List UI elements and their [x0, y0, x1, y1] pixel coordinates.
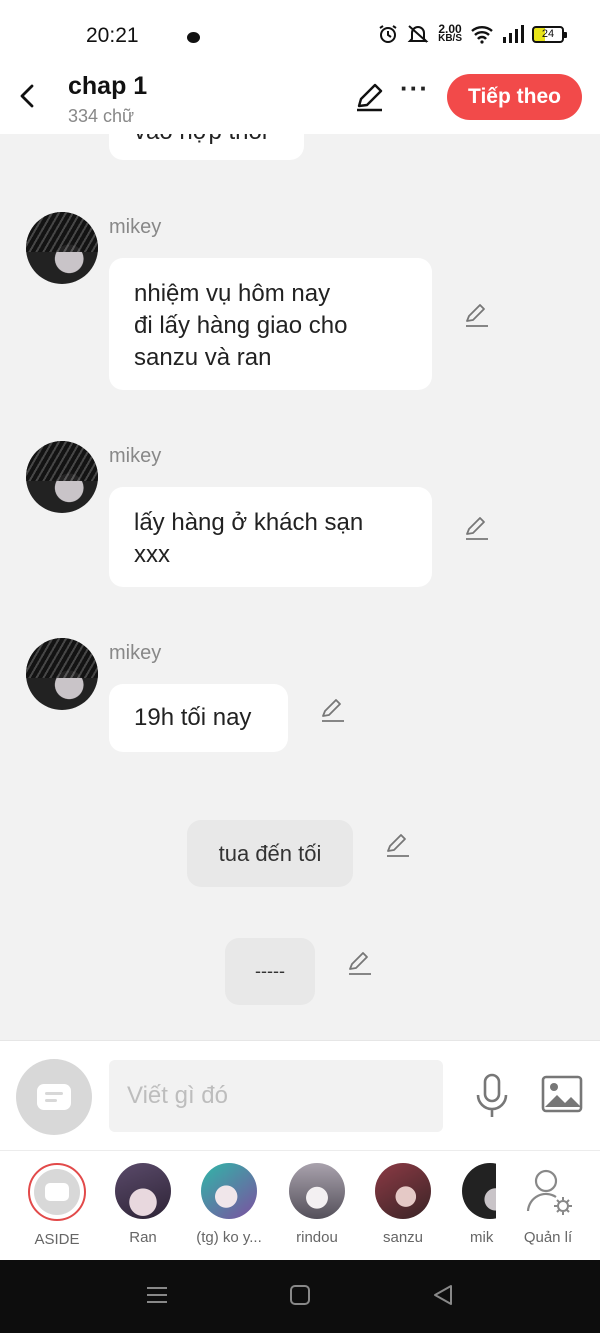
back-arrow-icon[interactable]	[14, 80, 42, 112]
status-bar: 20:21 2.00 KB/S 24	[0, 0, 600, 66]
speaker-name: mikey	[109, 445, 162, 467]
notification-dot-icon	[187, 32, 200, 43]
edit-message-icon[interactable]	[319, 696, 347, 724]
message-bubble[interactable]: nhiệm vụ hôm nay đi lấy hàng giao cho sa…	[109, 258, 432, 390]
image-icon[interactable]	[541, 1075, 583, 1113]
avatar[interactable]	[26, 212, 98, 284]
edit-message-icon[interactable]	[346, 949, 374, 977]
signal-icon	[503, 25, 524, 43]
microphone-icon[interactable]	[474, 1073, 510, 1119]
back-icon[interactable]	[432, 1284, 454, 1306]
aside-avatar	[28, 1163, 86, 1221]
character-label: Quản lí	[523, 1229, 573, 1246]
message-text: vào hợp thôi	[134, 134, 267, 145]
character-mikey[interactable]: mik	[446, 1163, 496, 1246]
message-bubble[interactable]: 19h tối nay	[109, 684, 288, 752]
chat-bubble-icon	[45, 1183, 69, 1201]
chat-bubble-icon	[37, 1084, 71, 1110]
character-label: mik	[470, 1229, 494, 1246]
wifi-icon	[471, 26, 493, 44]
message-bubble[interactable]: vào hợp thôi	[109, 134, 304, 160]
message-bubble[interactable]: lấy hàng ở khách sạn xxx	[109, 487, 432, 587]
avatar[interactable]	[26, 441, 98, 513]
edit-message-icon[interactable]	[463, 514, 491, 542]
character-label: ASIDE	[34, 1231, 80, 1248]
status-icons: 2.00 KB/S 24	[378, 22, 567, 44]
character-tg[interactable]: (tg) ko y...	[184, 1163, 274, 1246]
avatar	[115, 1163, 171, 1219]
chat-area: vào hợp thôi mikey nhiệm vụ hôm nay đi l…	[0, 134, 600, 1040]
character-label: (tg) ko y...	[196, 1229, 262, 1246]
status-time: 20:21	[86, 24, 139, 47]
network-speed: 2.00 KB/S	[438, 22, 462, 44]
avatar	[289, 1163, 345, 1219]
alarm-icon	[379, 25, 397, 43]
message-input[interactable]	[109, 1060, 443, 1132]
word-count: 334 chữ	[68, 106, 135, 126]
next-button[interactable]: Tiếp theo	[447, 74, 582, 120]
chapter-header: chap 1 334 chữ ··· Tiếp theo	[0, 66, 600, 134]
narration-bubble[interactable]: -----	[225, 938, 315, 1005]
more-options-button[interactable]: ···	[400, 75, 429, 101]
speaker-name: mikey	[109, 216, 162, 238]
edit-chapter-icon[interactable]	[352, 80, 386, 114]
speaker-name: mikey	[109, 642, 162, 664]
menu-icon[interactable]	[146, 1284, 168, 1306]
avatar	[375, 1163, 431, 1219]
edit-message-icon[interactable]	[384, 831, 412, 859]
narration-bubble[interactable]: tua đến tối	[187, 820, 353, 887]
compose-bar	[0, 1040, 600, 1150]
home-icon[interactable]	[289, 1284, 311, 1306]
manage-characters-button[interactable]: Quản lí	[503, 1163, 593, 1246]
battery-icon: 24	[532, 25, 567, 43]
chapter-title: chap 1	[68, 72, 148, 100]
character-rindou[interactable]: rindou	[272, 1163, 362, 1246]
character-sanzu[interactable]: sanzu	[358, 1163, 448, 1246]
user-settings-icon	[526, 1169, 572, 1215]
edit-message-icon[interactable]	[463, 301, 491, 329]
mute-icon	[407, 25, 429, 43]
character-aside[interactable]: ASIDE	[12, 1163, 102, 1248]
avatar	[201, 1163, 257, 1219]
character-label: sanzu	[382, 1229, 424, 1246]
character-label: rindou	[296, 1229, 338, 1246]
avatar	[462, 1163, 496, 1219]
character-bar: ASIDE Ran (tg) ko y... rindou sanzu mik …	[0, 1150, 600, 1260]
aside-toggle-button[interactable]	[16, 1059, 92, 1135]
character-ran[interactable]: Ran	[98, 1163, 188, 1246]
system-nav-bar	[0, 1260, 600, 1333]
character-label: Ran	[129, 1229, 157, 1246]
avatar[interactable]	[26, 638, 98, 710]
